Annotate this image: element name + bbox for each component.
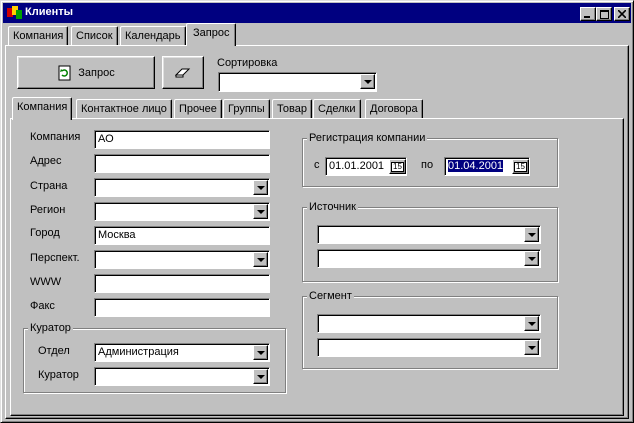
chevron-down-icon[interactable] <box>253 180 268 195</box>
chevron-down-icon[interactable] <box>253 252 268 267</box>
tab-label: Товар <box>277 103 307 115</box>
sorting-select[interactable] <box>218 72 377 92</box>
registration-group-title: Регистрация компании <box>307 132 428 145</box>
region-label: Регион <box>30 204 66 216</box>
maximize-icon <box>599 9 609 19</box>
date-to-calendar-button[interactable]: 15 <box>512 159 529 174</box>
prospect-select[interactable] <box>94 250 270 269</box>
query-panel: Запрос Сортировка Компания Контактное ли… <box>5 45 629 419</box>
www-input[interactable] <box>94 274 270 293</box>
department-value: Администрация <box>98 346 179 358</box>
app-icon <box>7 6 22 19</box>
inner-tab-groups[interactable]: Группы <box>223 99 270 119</box>
segment-select-2[interactable] <box>317 338 541 357</box>
tab-label: Прочее <box>179 103 217 115</box>
company-input[interactable]: АО <box>94 130 270 149</box>
inner-tab-contact[interactable]: Контактное лицо <box>76 99 172 119</box>
curator-label: Куратор <box>38 369 79 381</box>
city-input[interactable]: Москва <box>94 226 270 245</box>
address-input[interactable] <box>94 154 270 173</box>
www-label: WWW <box>30 276 62 288</box>
tab-label: Список <box>76 30 113 42</box>
close-icon <box>618 10 626 18</box>
tab-calendar[interactable]: Календарь <box>120 26 186 46</box>
tab-list[interactable]: Список <box>71 26 118 46</box>
date-to-value: 01.04.2001 <box>448 160 504 172</box>
minimize-icon <box>584 16 590 18</box>
segment-select-1[interactable] <box>317 314 541 333</box>
segment-group-title: Сегмент <box>307 290 354 303</box>
company-label: Компания <box>30 131 81 143</box>
source-group-title: Источник <box>307 201 358 214</box>
address-label: Адрес <box>30 155 62 167</box>
city-label: Город <box>30 227 60 239</box>
department-select[interactable]: Администрация <box>94 343 270 362</box>
eraser-icon <box>175 68 191 77</box>
inner-tab-company[interactable]: Компания <box>12 97 73 120</box>
inner-tab-other[interactable]: Прочее <box>174 99 222 119</box>
chevron-down-icon[interactable] <box>253 369 268 384</box>
chevron-down-icon[interactable] <box>253 345 268 360</box>
prospect-label: Перспект. <box>30 252 80 264</box>
source-group <box>302 207 558 282</box>
tab-label: Контактное лицо <box>81 103 167 115</box>
tab-label: Компания <box>13 30 64 42</box>
chevron-down-icon[interactable] <box>524 340 539 355</box>
query-button-label: Запрос <box>78 66 115 79</box>
title-bar[interactable]: Клиенты <box>3 3 631 23</box>
tab-label: Компания <box>17 101 68 113</box>
calendar-icon: 15 <box>514 161 527 172</box>
tab-company[interactable]: Компания <box>8 26 69 46</box>
inner-tab-deals[interactable]: Сделки <box>313 99 361 119</box>
region-select[interactable] <box>94 202 270 221</box>
date-from-calendar-button[interactable]: 15 <box>389 159 406 174</box>
chevron-down-icon[interactable] <box>253 204 268 219</box>
tab-label: Календарь <box>125 30 181 42</box>
chevron-down-icon[interactable] <box>360 74 375 89</box>
tab-label: Сделки <box>318 103 356 115</box>
tab-label: Группы <box>228 103 265 115</box>
tab-label: Договора <box>370 103 418 115</box>
inner-tab-contracts[interactable]: Договора <box>365 99 423 119</box>
company-panel: Компания АО Адрес Страна Регион Город Мо… <box>10 118 624 416</box>
sorting-label: Сортировка <box>217 57 278 69</box>
curator-group-title: Куратор <box>28 322 73 335</box>
date-to-label: по <box>421 159 434 171</box>
tab-query[interactable]: Запрос <box>186 23 237 46</box>
maximize-button[interactable] <box>596 7 612 21</box>
date-from-value: 01.01.2001 <box>329 160 385 172</box>
chevron-down-icon[interactable] <box>524 316 539 331</box>
tab-label: Запрос <box>193 27 230 39</box>
date-from-label: с <box>314 159 320 171</box>
calendar-icon: 15 <box>391 161 404 172</box>
inner-tab-product[interactable]: Товар <box>272 99 312 119</box>
chevron-down-icon[interactable] <box>524 251 539 266</box>
chevron-down-icon[interactable] <box>524 227 539 242</box>
department-label: Отдел <box>38 345 70 357</box>
country-label: Страна <box>30 180 68 192</box>
country-select[interactable] <box>94 178 270 197</box>
source-select-1[interactable] <box>317 225 541 244</box>
source-select-2[interactable] <box>317 249 541 268</box>
clear-button[interactable] <box>162 56 204 89</box>
window-title: Клиенты <box>25 6 74 18</box>
minimize-button[interactable] <box>580 7 596 21</box>
close-button[interactable] <box>614 7 630 21</box>
fax-input[interactable] <box>94 298 270 317</box>
curator-select[interactable] <box>94 367 270 386</box>
query-button[interactable]: Запрос <box>17 56 155 89</box>
refresh-icon <box>58 65 71 80</box>
clients-window: Клиенты Компания Список Календарь Запрос… <box>0 0 634 423</box>
fax-label: Факс <box>30 300 55 312</box>
